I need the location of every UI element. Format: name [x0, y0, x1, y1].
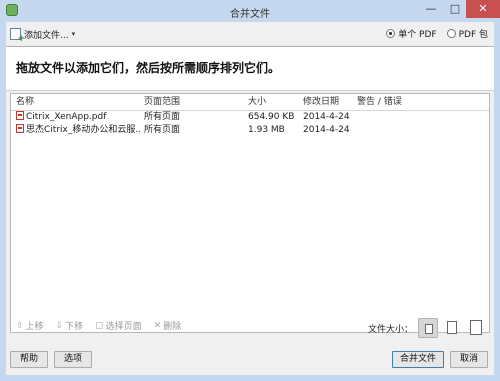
date-cell: 2014-4-24 ...: [303, 112, 353, 122]
move-down-label: 下移: [65, 322, 84, 332]
delete-button[interactable]: ✕ 删除: [153, 319, 182, 333]
file-size-default-button[interactable]: [442, 318, 462, 338]
radio-unselected-icon[interactable]: [446, 29, 456, 38]
select-pages-label: 选择页面: [105, 322, 142, 332]
output-type-radio-group: 单个 PDF PDF 包: [386, 27, 488, 40]
file-list[interactable]: 名称 页面范围 大小 修改日期 警告 / 错误 Citrix_XenApp.pd…: [10, 93, 490, 333]
add-files-label: 添加文件...: [24, 30, 69, 41]
date-cell: 2014-4-24 ...: [303, 125, 353, 135]
table-row[interactable]: Citrix_XenApp.pdf 所有页面 654.90 KB 2014-4-…: [11, 111, 489, 124]
file-list-header: 名称 页面范围 大小 修改日期 警告 / 错误: [11, 94, 489, 111]
file-name-cell: Citrix_XenApp.pdf: [16, 111, 140, 124]
toolbar: 添加文件... ▾ 单个 PDF PDF 包: [6, 22, 494, 46]
radio-pdf-portfolio-label: PDF 包: [458, 30, 488, 40]
pdf-file-icon: [16, 111, 24, 120]
list-actions: ⇧ 上移 ⇩ 下移 ▢ 选择页面 ✕ 删除: [16, 319, 182, 333]
combine-files-window: 合并文件 — □ ✕ 添加文件... ▾ 单个 PDF PDF 包: [0, 0, 500, 381]
size-cell: 654.90 KB: [248, 112, 295, 122]
page-range-cell: 所有页面: [144, 112, 181, 122]
file-name-cell: 思杰Citrix_移动办公和云服...: [16, 124, 140, 137]
radio-single-pdf[interactable]: 单个 PDF: [386, 27, 437, 40]
arrow-down-icon: ⇩: [55, 320, 64, 331]
page-icon: [447, 321, 457, 334]
file-name: Citrix_XenApp.pdf: [26, 112, 107, 122]
instruction-banner: 拖放文件以添加它们，然后按所需顺序排列它们。: [6, 46, 494, 91]
move-down-button[interactable]: ⇩ 下移: [55, 319, 84, 333]
combine-files-button[interactable]: 合并文件: [392, 351, 444, 368]
instruction-text: 拖放文件以添加它们，然后按所需顺序排列它们。: [16, 61, 281, 75]
title-bar: 合并文件 — □ ✕: [0, 0, 500, 22]
dialog-body: 添加文件... ▾ 单个 PDF PDF 包 拖放文件以添加它们，然后按所需顺序…: [6, 22, 494, 375]
arrow-up-icon: ⇧: [16, 320, 24, 331]
dialog-footer: 帮助 选项 合并文件 取消: [6, 349, 494, 375]
radio-single-pdf-label: 单个 PDF: [398, 30, 437, 40]
radio-selected-icon[interactable]: [386, 29, 396, 38]
file-name: 思杰Citrix_移动办公和云服...: [26, 125, 140, 135]
column-header-page-range[interactable]: 页面范围: [144, 94, 244, 110]
add-files-button[interactable]: 添加文件... ▾: [10, 27, 76, 44]
minimize-button[interactable]: —: [418, 0, 444, 18]
help-button[interactable]: 帮助: [10, 351, 48, 368]
cancel-button[interactable]: 取消: [450, 351, 488, 368]
column-header-size[interactable]: 大小: [248, 94, 300, 110]
file-list-body: Citrix_XenApp.pdf 所有页面 654.90 KB 2014-4-…: [11, 111, 489, 137]
size-cell: 1.93 MB: [248, 125, 285, 135]
select-pages-icon: ▢: [95, 320, 104, 331]
select-pages-button[interactable]: ▢ 选择页面: [95, 319, 142, 333]
chevron-down-icon[interactable]: ▾: [72, 30, 76, 38]
file-size-label: 文件大小：: [368, 325, 414, 335]
options-button[interactable]: 选项: [54, 351, 92, 368]
move-up-label: 上移: [25, 322, 44, 332]
add-file-icon: [10, 28, 25, 44]
column-header-modified[interactable]: 修改日期: [303, 94, 353, 110]
large-page-icon: [470, 320, 482, 335]
small-page-icon: [425, 324, 433, 334]
file-size-smaller-button[interactable]: [418, 318, 438, 338]
column-header-warnings[interactable]: 警告 / 错误: [357, 94, 417, 110]
move-up-button[interactable]: ⇧ 上移: [16, 319, 44, 333]
maximize-button[interactable]: □: [444, 0, 466, 18]
close-button[interactable]: ✕: [466, 0, 500, 18]
radio-pdf-portfolio[interactable]: PDF 包: [446, 27, 488, 40]
delete-icon: ✕: [153, 320, 162, 331]
delete-label: 删除: [163, 322, 182, 332]
page-range-cell: 所有页面: [144, 125, 181, 135]
file-size-larger-button[interactable]: [466, 318, 486, 338]
column-header-name[interactable]: 名称: [16, 94, 140, 110]
pdf-file-icon: [16, 124, 24, 133]
table-row[interactable]: 思杰Citrix_移动办公和云服... 所有页面 1.93 MB 2014-4-…: [11, 124, 489, 137]
